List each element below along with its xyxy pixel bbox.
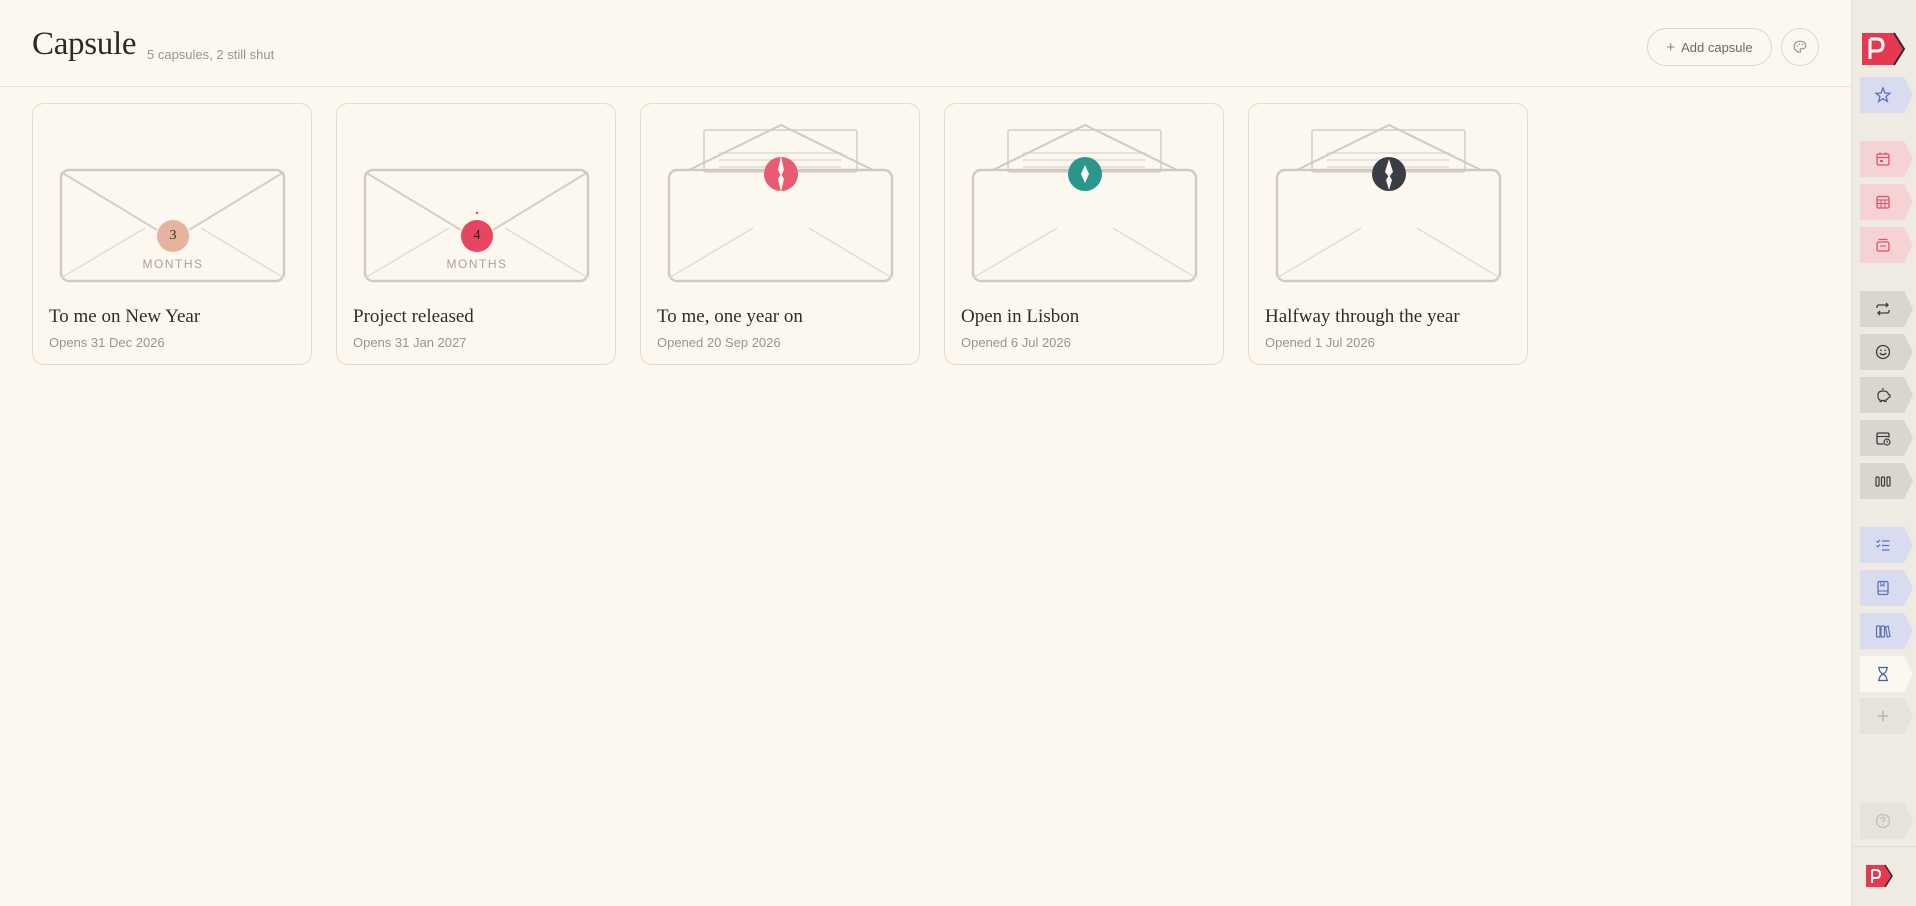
header: Capsule 5 capsules, 2 still shut + Add c… [0, 0, 1851, 87]
card-date: Opens 31 Dec 2026 [49, 335, 165, 350]
books-icon [1875, 625, 1891, 638]
card-title: To me, one year on [657, 306, 803, 327]
card-title: Project released [353, 306, 474, 327]
sidebar-item-savings[interactable] [1860, 375, 1914, 415]
capsule-card[interactable]: Open in Lisbon Opened 6 Jul 2026 [944, 103, 1224, 365]
capsule-card[interactable]: 4 MONTHS Project released Opens 31 Jan 2… [336, 103, 616, 365]
card-title: Halfway through the year [1265, 306, 1460, 327]
capsule-card[interactable]: To me, one year on Opened 20 Sep 2026 [640, 103, 920, 365]
smiley-icon [1875, 344, 1891, 360]
p-logo-small-icon [1866, 864, 1893, 888]
sidebar-item-schedule[interactable] [1860, 418, 1914, 458]
sidebar-item-library[interactable] [1860, 611, 1914, 651]
sidebar-item-tasks[interactable] [1860, 525, 1914, 565]
sidebar-item-favorites[interactable] [1860, 75, 1914, 115]
card-title: Open in Lisbon [961, 306, 1080, 327]
star-icon [1874, 86, 1892, 103]
sidebar-divider [1852, 846, 1916, 847]
card-date: Opened 6 Jul 2026 [961, 335, 1071, 350]
sidebar-item-mood[interactable] [1860, 332, 1914, 372]
sidebar-item-capsule[interactable] [1860, 654, 1914, 694]
plus-icon: + [1666, 38, 1676, 56]
card-date: Opens 31 Jan 2027 [353, 335, 467, 350]
hourglass-icon [1878, 666, 1888, 682]
palette-button[interactable] [1781, 28, 1819, 66]
plus-icon [1878, 711, 1888, 721]
seal-number: 3 [169, 228, 177, 243]
seal-number: 4 [473, 228, 481, 243]
sidebar-item-tracker[interactable] [1860, 461, 1914, 501]
capsule-card[interactable]: Halfway through the year Opened 1 Jul 20… [1248, 103, 1528, 365]
sidebar-item-day[interactable] [1860, 139, 1914, 179]
notebook-icon [1877, 580, 1889, 596]
capsule-card[interactable]: 3 MONTHS To me on New Year Opens 31 Dec … [32, 103, 312, 365]
calendar-grid-icon [1876, 195, 1890, 209]
sidebar-logo[interactable] [1860, 29, 1914, 69]
sidebar-item-month[interactable] [1860, 182, 1914, 222]
sidebar [1851, 0, 1916, 906]
calendar-day-icon [1876, 152, 1890, 166]
app: Capsule 5 capsules, 2 still shut + Add c… [0, 0, 1916, 906]
page-title: Capsule [32, 26, 137, 62]
repeat-icon [1876, 302, 1890, 316]
help-icon [1875, 813, 1891, 829]
checklist-icon [1876, 539, 1890, 551]
card-date: Opened 20 Sep 2026 [657, 335, 781, 350]
sidebar-profile[interactable] [1860, 858, 1914, 894]
piggy-bank-icon [1877, 388, 1891, 403]
months-label: MONTHS [446, 257, 508, 271]
months-label: MONTHS [142, 257, 204, 271]
bars-icon [1875, 476, 1891, 487]
sidebar-item-habits[interactable] [1860, 289, 1914, 329]
card-title: To me on New Year [49, 306, 201, 327]
sidebar-item-help[interactable] [1860, 801, 1914, 841]
calendar-clock-icon [1876, 432, 1891, 446]
sidebar-item-journal[interactable] [1860, 568, 1914, 608]
palette-icon [1793, 40, 1807, 53]
calendar-stack-icon [1876, 238, 1890, 252]
sidebar-item-agenda[interactable] [1860, 225, 1914, 265]
card-date: Opened 1 Jul 2026 [1265, 335, 1375, 350]
p-logo-icon [1862, 32, 1906, 66]
sidebar-item-add[interactable] [1860, 696, 1914, 736]
add-capsule-button[interactable]: + Add capsule [1647, 28, 1772, 66]
add-capsule-label: Add capsule [1681, 39, 1753, 55]
capsule-count: 5 capsules, 2 still shut [147, 47, 275, 62]
